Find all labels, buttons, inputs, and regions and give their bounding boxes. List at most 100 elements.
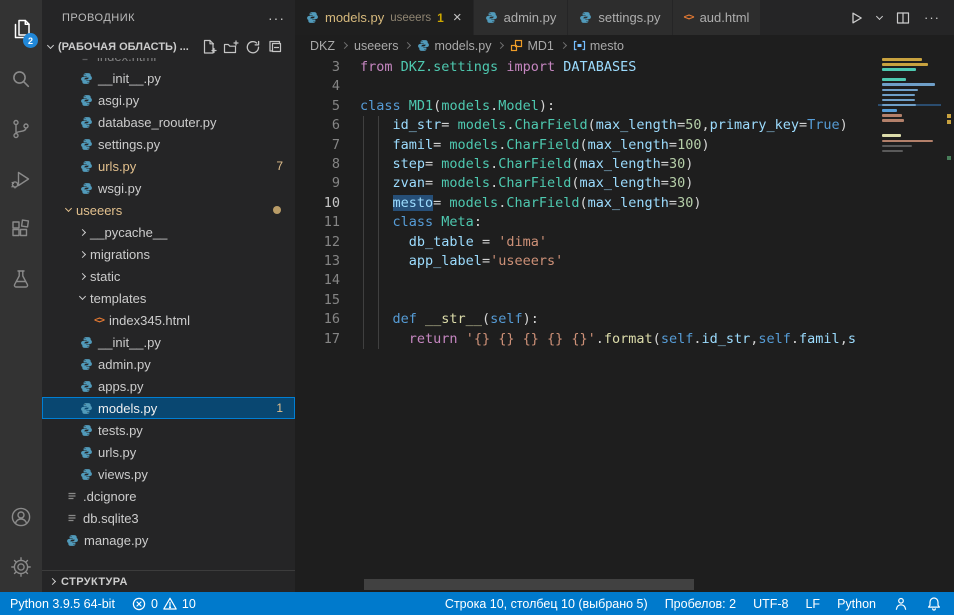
tab-aud-html[interactable]: <>aud.html bbox=[673, 0, 762, 35]
tree-item-label: wsgi.py bbox=[98, 181, 141, 196]
code-line-4[interactable]: 4 bbox=[295, 77, 954, 96]
tree-item-views-py[interactable]: views.py bbox=[42, 463, 295, 485]
tree-item-index-html[interactable]: index.html bbox=[42, 58, 295, 67]
collapse-all-button[interactable] bbox=[264, 37, 286, 57]
tree-item--pycache-[interactable]: __pycache__ bbox=[42, 221, 295, 243]
code-line-5[interactable]: 5class MD1(models.Model): bbox=[295, 97, 954, 116]
new-file-button[interactable] bbox=[198, 37, 220, 57]
tree-item-apps-py[interactable]: apps.py bbox=[42, 375, 295, 397]
code-line-3[interactable]: 3from DKZ.settings import DATABASES bbox=[295, 58, 954, 77]
close-icon[interactable]: × bbox=[453, 10, 462, 25]
file-lines-icon bbox=[80, 58, 92, 63]
vertical-scrollbar[interactable] bbox=[941, 56, 954, 592]
horizontal-scrollbar[interactable] bbox=[364, 579, 694, 590]
tree-item-templates[interactable]: templates bbox=[42, 287, 295, 309]
tree-item-urls-py[interactable]: urls.py bbox=[42, 441, 295, 463]
status-encoding[interactable]: UTF-8 bbox=[753, 597, 788, 611]
status-eol[interactable]: LF bbox=[805, 597, 820, 611]
minimap-bar bbox=[882, 140, 933, 143]
minimap-line bbox=[878, 73, 941, 76]
settings-gear-icon bbox=[9, 555, 33, 579]
activity-files-button[interactable]: 2 bbox=[0, 4, 42, 54]
code-line-11[interactable]: 11 class Meta: bbox=[295, 213, 954, 232]
tree-item-tests-py[interactable]: tests.py bbox=[42, 419, 295, 441]
tab-settings-py[interactable]: settings.py bbox=[568, 0, 672, 35]
outline-label: СТРУКТУРА bbox=[61, 576, 128, 588]
activity-search-button[interactable] bbox=[0, 54, 42, 104]
status-language-mode[interactable]: Python bbox=[837, 597, 876, 611]
breadcrumb-item-models-py[interactable]: models.py bbox=[417, 39, 491, 53]
tree-item-useeers[interactable]: useeers bbox=[42, 199, 295, 221]
activity-account-button[interactable] bbox=[0, 492, 42, 542]
tree-item-settings-py[interactable]: settings.py bbox=[42, 133, 295, 155]
code-line-16[interactable]: 16 def __str__(self): bbox=[295, 310, 954, 329]
breadcrumb-item-useeers[interactable]: useeers bbox=[354, 39, 398, 53]
tree-item-label: __init__.py bbox=[98, 335, 161, 350]
tree-item-migrations[interactable]: migrations bbox=[42, 243, 295, 265]
status-indentation[interactable]: Пробелов: 2 bbox=[665, 597, 736, 611]
editor[interactable]: 3from DKZ.settings import DATABASES4 5cl… bbox=[295, 56, 954, 592]
refresh-button[interactable] bbox=[242, 37, 264, 57]
python-interpreter[interactable]: Python 3.9.5 64-bit bbox=[10, 597, 115, 611]
vscode-window: 2 ПРОВОДНИК ··· (РАБОЧАЯ ОБЛАСТЬ) ... in… bbox=[0, 0, 954, 592]
chevron-right-icon bbox=[79, 272, 86, 279]
activity-testing-button[interactable] bbox=[0, 254, 42, 304]
minimap-bar bbox=[882, 99, 915, 102]
line-number: 14 bbox=[295, 271, 340, 290]
breadcrumb-item-mesto[interactable]: mesto bbox=[573, 39, 624, 53]
tree-item-database-roouter-py[interactable]: database_roouter.py bbox=[42, 111, 295, 133]
line-text: class Meta: bbox=[340, 213, 482, 232]
tree-item-asgi-py[interactable]: asgi.py bbox=[42, 89, 295, 111]
activity-settings-gear-button[interactable] bbox=[0, 542, 42, 592]
code-line-14[interactable]: 14 bbox=[295, 271, 954, 290]
code-line-8[interactable]: 8 step= models.CharField(max_length=30) bbox=[295, 155, 954, 174]
tree-item-admin-py[interactable]: admin.py bbox=[42, 353, 295, 375]
status-notifications[interactable] bbox=[926, 596, 942, 612]
code-line-7[interactable]: 7 famil= models.CharField(max_length=100… bbox=[295, 136, 954, 155]
status-cursor-position[interactable]: Строка 10, столбец 10 (выбрано 5) bbox=[445, 597, 648, 611]
python-icon bbox=[80, 468, 93, 481]
code-line-15[interactable]: 15 bbox=[295, 291, 954, 310]
tree-item-models-py[interactable]: models.py1 bbox=[42, 397, 295, 419]
minimap[interactable] bbox=[878, 56, 941, 592]
outline-section-header[interactable]: СТРУКТУРА bbox=[42, 570, 295, 592]
chevron-right-icon bbox=[49, 578, 56, 585]
code-line-13[interactable]: 13 app_label='useeers' bbox=[295, 252, 954, 271]
breadcrumb-item-dkz[interactable]: DKZ bbox=[310, 39, 335, 53]
tree-item--init-py[interactable]: __init__.py bbox=[42, 67, 295, 89]
tree-item--dcignore[interactable]: .dcignore bbox=[42, 485, 295, 507]
activity-source-control-button[interactable] bbox=[0, 104, 42, 154]
new-folder-button[interactable] bbox=[220, 37, 242, 57]
code-line-17[interactable]: 17 return '{} {} {} {} {}'.format(self.i… bbox=[295, 330, 954, 349]
overview-ruler-mark bbox=[947, 120, 951, 124]
tree-item-static[interactable]: static bbox=[42, 265, 295, 287]
tree-item-db-sqlite3[interactable]: db.sqlite3 bbox=[42, 507, 295, 529]
split-editor-button[interactable] bbox=[895, 10, 911, 26]
line-number: 16 bbox=[295, 310, 340, 329]
run-icon bbox=[848, 10, 864, 26]
workspace-section-header[interactable]: (РАБОЧАЯ ОБЛАСТЬ) ... bbox=[42, 35, 295, 58]
activity-run-debug-button[interactable] bbox=[0, 154, 42, 204]
tab-models-py[interactable]: models.pyuseeers1× bbox=[295, 0, 474, 35]
tree-item--init-py[interactable]: __init__.py bbox=[42, 331, 295, 353]
explorer-more-actions-button[interactable]: ··· bbox=[268, 10, 285, 26]
tree-item-index345-html[interactable]: <>index345.html bbox=[42, 309, 295, 331]
activity-extensions-button[interactable] bbox=[0, 204, 42, 254]
run-button[interactable] bbox=[848, 10, 864, 26]
tree-item-urls-py[interactable]: urls.py7 bbox=[42, 155, 295, 177]
tree-item-manage-py[interactable]: manage.py bbox=[42, 529, 295, 551]
code-line-9[interactable]: 9 zvan= models.CharField(max_length=30) bbox=[295, 174, 954, 193]
code-area[interactable]: 3from DKZ.settings import DATABASES4 5cl… bbox=[295, 56, 954, 349]
status-feedback[interactable] bbox=[893, 596, 909, 612]
more-actions-button[interactable]: ··· bbox=[924, 10, 940, 25]
code-line-10[interactable]: 10 mesto= models.CharField(max_length=30… bbox=[295, 194, 954, 213]
code-line-6[interactable]: 6 id_str= models.CharField(max_length=50… bbox=[295, 116, 954, 135]
tree-item-label: tests.py bbox=[98, 423, 143, 438]
problems-indicator[interactable]: 010 bbox=[131, 596, 196, 612]
run-dropdown-button[interactable] bbox=[877, 17, 882, 19]
tab-admin-py[interactable]: admin.py bbox=[474, 0, 569, 35]
minimap-bar bbox=[882, 89, 918, 92]
code-line-12[interactable]: 12 db_table = 'dima' bbox=[295, 233, 954, 252]
breadcrumb-item-md1[interactable]: MD1 bbox=[510, 39, 553, 53]
tree-item-wsgi-py[interactable]: wsgi.py bbox=[42, 177, 295, 199]
